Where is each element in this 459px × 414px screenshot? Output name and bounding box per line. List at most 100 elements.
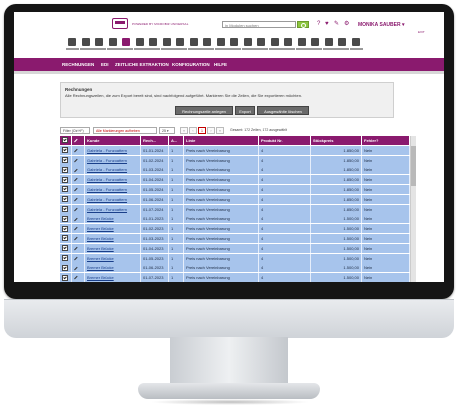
toolbar-building-button[interactable] xyxy=(282,36,295,54)
toolbar-person-button[interactable] xyxy=(228,36,241,54)
pencil-icon[interactable] xyxy=(74,256,78,261)
column-header-stueckpreis[interactable]: Stückpreis xyxy=(311,136,362,145)
page-size-select[interactable]: 25 ▾ xyxy=(159,127,175,134)
pencil-icon[interactable] xyxy=(74,168,78,173)
row-edit[interactable] xyxy=(72,214,85,224)
checkbox-icon[interactable] xyxy=(62,157,68,164)
cell-kunde[interactable]: Bremer Brücke xyxy=(85,273,141,282)
checkbox-icon[interactable] xyxy=(62,215,68,222)
cell-kunde[interactable]: Bremer Brücke xyxy=(85,253,141,263)
checkbox-icon[interactable] xyxy=(62,264,68,271)
row-edit[interactable] xyxy=(72,224,85,234)
toolbar-contract-button[interactable] xyxy=(322,36,336,54)
row-checkbox[interactable] xyxy=(60,253,72,263)
toolbar-calendar-button[interactable] xyxy=(93,36,106,54)
pencil-icon[interactable] xyxy=(74,266,78,271)
cell-kunde[interactable]: Bremer Brücke xyxy=(85,243,141,253)
toolbar-clock-button[interactable] xyxy=(201,36,214,54)
checkbox-icon[interactable] xyxy=(62,176,68,183)
checkbox-icon[interactable] xyxy=(62,235,68,242)
row-checkbox[interactable] xyxy=(60,184,72,194)
column-header-produkt-nr[interactable]: Produkt Nr. xyxy=(259,136,311,145)
delete-selected-button[interactable]: Ausgewählte löschen xyxy=(257,106,309,115)
cell-kunde[interactable]: Gabriela - Funzoattern xyxy=(85,165,141,175)
table-row[interactable]: Gabriela - Funzoattern 01-01-2024 1 Preis n… xyxy=(60,145,410,156)
toolbar-sliders-button[interactable] xyxy=(79,36,93,54)
page-number-current[interactable]: 1 xyxy=(198,127,206,134)
toolbar-user-button[interactable] xyxy=(133,36,147,54)
table-row[interactable]: Bremer Brücke 01-06-2023 1 Preis nach Verei… xyxy=(60,263,410,274)
column-header-linie[interactable]: Linie xyxy=(184,136,259,145)
table-row[interactable]: Bremer Brücke 01-05-2023 1 Preis nach Verei… xyxy=(60,253,410,264)
menu-item-rechnungen[interactable]: RECHNUNGEN xyxy=(62,58,94,71)
pencil-icon[interactable] xyxy=(74,246,78,251)
search-button[interactable] xyxy=(297,21,309,28)
prev-page-button[interactable]: ‹ xyxy=(189,127,197,134)
menu-item-edi[interactable]: EDI xyxy=(101,58,109,71)
logout-link[interactable]: EXIT xyxy=(418,30,425,34)
row-checkbox[interactable] xyxy=(60,175,72,185)
wrench-icon[interactable]: ✎ xyxy=(334,21,339,28)
row-edit[interactable] xyxy=(72,204,85,214)
table-scrollbar[interactable] xyxy=(410,136,416,282)
toolbar-grid-button[interactable] xyxy=(106,36,120,54)
pencil-icon[interactable] xyxy=(74,217,78,222)
toolbar-folder-button[interactable] xyxy=(255,36,268,54)
table-row[interactable]: Bremer Brücke 01-03-2023 1 Preis nach Verei… xyxy=(60,233,410,244)
row-edit[interactable] xyxy=(72,194,85,204)
row-checkbox[interactable] xyxy=(60,194,72,204)
toolbar-people-button[interactable] xyxy=(160,36,174,54)
cell-kunde[interactable]: Bremer Brücke xyxy=(85,263,141,273)
menu-item-zeitliche-extraktion[interactable]: ZEITLICHE EXTRAKTION xyxy=(115,58,169,71)
table-row[interactable]: Gabriela - Funzoattern 01-07-2024 1 Preis n… xyxy=(60,204,410,215)
column-header-rechnung[interactable]: Rech... xyxy=(141,136,169,145)
first-page-button[interactable]: « xyxy=(180,127,188,134)
last-page-button[interactable]: » xyxy=(216,127,224,134)
cell-kunde[interactable]: Gabriela - Funzoattern xyxy=(85,184,141,194)
create-invoice-line-button[interactable]: Rechnungszeile anlegen xyxy=(175,106,233,115)
row-checkbox[interactable] xyxy=(60,165,72,175)
row-checkbox[interactable] xyxy=(60,273,72,282)
cell-kunde[interactable]: Gabriela - Funzoattern xyxy=(85,155,141,165)
filter-input[interactable]: Filter (Ctrl+F) xyxy=(60,127,90,134)
row-edit[interactable] xyxy=(72,263,85,273)
header-select-all[interactable] xyxy=(60,136,72,145)
row-edit[interactable] xyxy=(72,243,85,253)
row-checkbox[interactable] xyxy=(60,145,72,155)
row-edit[interactable] xyxy=(72,165,85,175)
row-edit[interactable] xyxy=(72,253,85,263)
row-edit[interactable] xyxy=(72,233,85,243)
row-checkbox[interactable] xyxy=(60,214,72,224)
gear-icon[interactable]: ⚙ xyxy=(344,21,349,28)
row-checkbox[interactable] xyxy=(60,243,72,253)
cell-kunde[interactable]: Bremer Brücke xyxy=(85,224,141,234)
table-row[interactable]: Bremer Brücke 01-02-2023 1 Preis nach Verei… xyxy=(60,224,410,234)
column-header-kunde[interactable]: Kunde xyxy=(85,136,141,145)
row-checkbox[interactable] xyxy=(60,263,72,273)
row-edit[interactable] xyxy=(72,273,85,282)
table-row[interactable]: Bremer Brücke 01-04-2023 1 Preis nach Verei… xyxy=(60,243,410,254)
table-row[interactable]: Gabriela - Funzoattern 01-05-2024 1 Preis n… xyxy=(60,184,410,195)
table-row[interactable]: Gabriela - Funzoattern 01-06-2024 1 Preis n… xyxy=(60,194,410,205)
pencil-icon[interactable] xyxy=(74,158,78,163)
checkbox-icon[interactable] xyxy=(62,147,68,154)
toolbar-cross-button[interactable] xyxy=(309,36,322,54)
toolbar-list-button[interactable] xyxy=(187,36,201,54)
cell-kunde[interactable]: Gabriela - Funzoattern xyxy=(85,194,141,204)
toolbar-home-button[interactable] xyxy=(66,36,79,54)
checkbox-icon[interactable] xyxy=(62,206,68,213)
clear-marks-button[interactable]: Alle Markierungen aufheben xyxy=(93,127,157,134)
row-checkbox[interactable] xyxy=(60,224,72,234)
toolbar-tools-button[interactable] xyxy=(268,36,282,54)
checkbox-icon[interactable] xyxy=(62,196,68,203)
toolbar-chart-button[interactable] xyxy=(147,36,160,54)
row-edit[interactable] xyxy=(72,184,85,194)
checkbox-icon[interactable] xyxy=(62,186,68,193)
column-header-fehler[interactable]: Fehler? xyxy=(362,136,410,145)
scrollbar-thumb[interactable] xyxy=(411,146,416,186)
help-icon[interactable]: ? xyxy=(317,21,320,28)
row-checkbox[interactable] xyxy=(60,155,72,165)
row-edit[interactable] xyxy=(72,155,85,165)
toolbar-cart-button[interactable] xyxy=(120,36,133,54)
toolbar-warehouse-button[interactable] xyxy=(295,36,309,54)
